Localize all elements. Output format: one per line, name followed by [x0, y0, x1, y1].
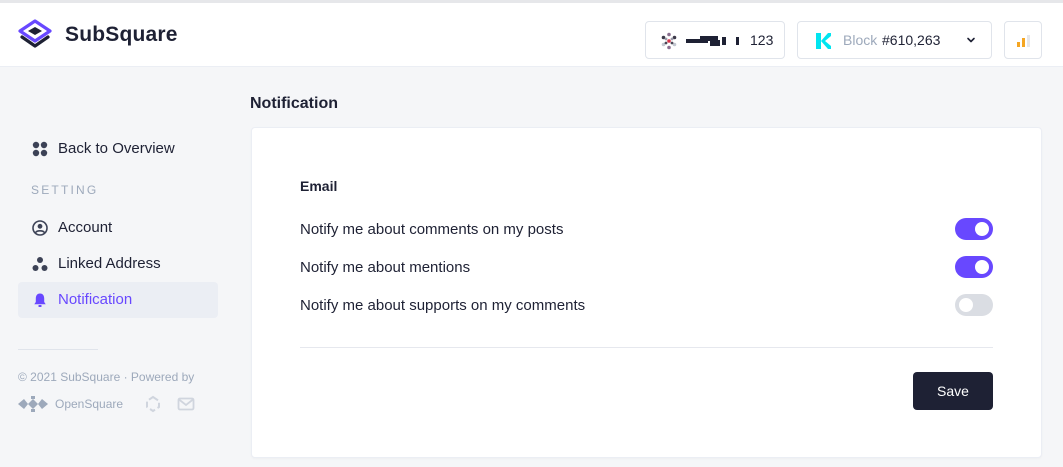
email-section-title: Email: [300, 178, 338, 194]
bell-icon: [34, 293, 46, 307]
save-button[interactable]: Save: [913, 372, 993, 410]
mail-icon[interactable]: [177, 395, 195, 413]
sidebar-item-label: Notification: [58, 291, 133, 308]
top-header: SubSquare 123 Block #610,263: [0, 0, 1063, 67]
user-circle-icon: [32, 220, 48, 236]
chevron-down-icon: [967, 37, 975, 43]
opensquare-logo-icon[interactable]: [18, 396, 48, 412]
redacted-name-icon: [686, 36, 739, 46]
grid-dots-icon: [32, 141, 48, 157]
toggle-comments[interactable]: [955, 218, 993, 240]
element-icon[interactable]: [144, 395, 162, 413]
toggle-knob: [975, 260, 989, 274]
footer-powered-by[interactable]: OpenSquare: [55, 397, 123, 411]
sidebar-item-notification[interactable]: Notification: [18, 282, 218, 318]
network-stats-button[interactable]: [1004, 21, 1042, 59]
polkadot-identicon-icon: [661, 32, 677, 50]
sidebar-divider: [18, 349, 98, 350]
network-block-selector[interactable]: Block #610,263: [797, 21, 992, 59]
sidebar-heading: SETTING: [31, 183, 99, 197]
brand-name[interactable]: SubSquare: [65, 23, 178, 47]
bar-chart-icon: [1017, 35, 1030, 47]
block-label: Block: [843, 32, 878, 48]
sidebar-item-label: Linked Address: [58, 255, 161, 272]
notification-card: Email Notify me about comments on my pos…: [251, 127, 1042, 458]
footer-copyright: © 2021 SubSquare · Powered by: [18, 370, 195, 384]
block-number: #610,263: [882, 32, 941, 48]
sidebar-item-label: Account: [58, 219, 113, 236]
option-label-supports: Notify me about supports on my comments: [300, 297, 586, 314]
kusama-icon: [816, 33, 831, 49]
toggle-mentions[interactable]: [955, 256, 993, 278]
toggle-supports[interactable]: [955, 294, 993, 316]
toggle-knob: [959, 298, 973, 312]
account-button[interactable]: 123: [645, 21, 785, 59]
subsquare-logo-icon[interactable]: [18, 19, 52, 53]
sidebar-item-account[interactable]: Account: [18, 210, 218, 246]
page-title: Notification: [250, 95, 338, 112]
sidebar-item-linked-address[interactable]: Linked Address: [18, 246, 218, 282]
linked-nodes-icon: [32, 257, 48, 271]
card-divider: [300, 347, 993, 348]
option-label-mentions: Notify me about mentions: [300, 259, 471, 276]
toggle-knob: [975, 222, 989, 236]
back-to-overview-label: Back to Overview: [58, 140, 175, 157]
option-label-comments: Notify me about comments on my posts: [300, 221, 564, 238]
back-to-overview-link[interactable]: Back to Overview: [18, 131, 218, 167]
account-name: 123: [750, 32, 774, 48]
